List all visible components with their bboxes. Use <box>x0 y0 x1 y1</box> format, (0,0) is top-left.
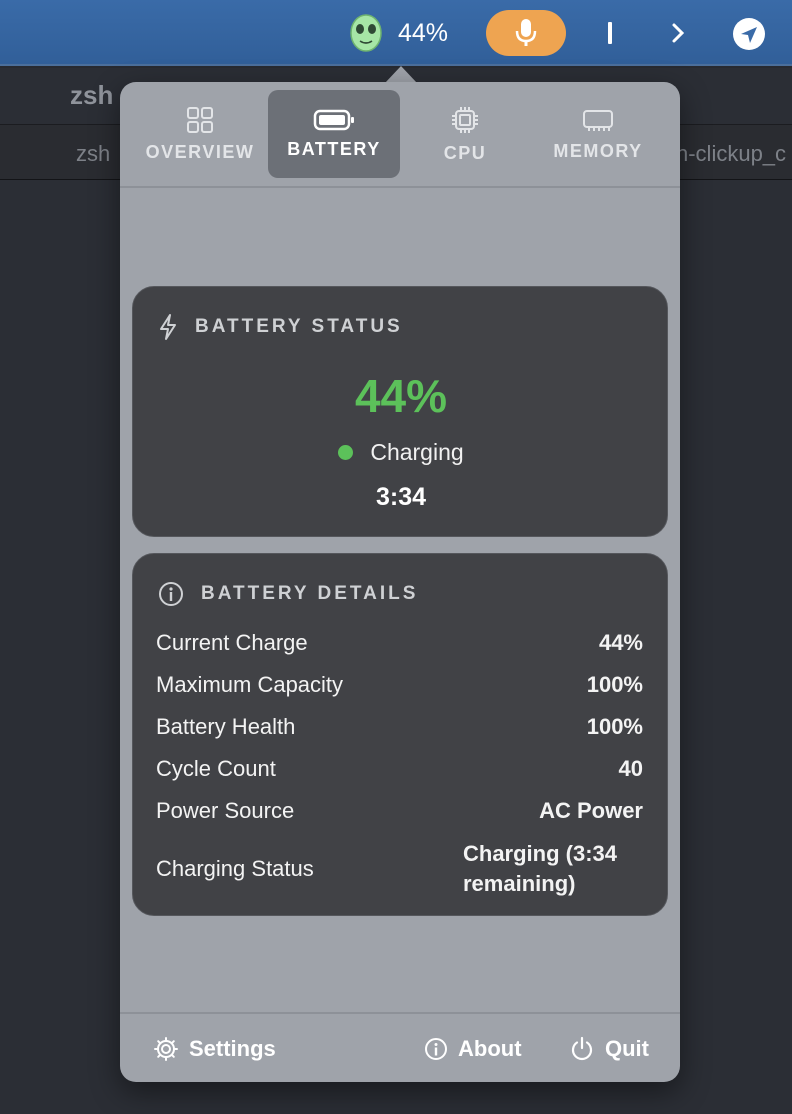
detail-label: Cycle Count <box>156 756 276 781</box>
memory-icon <box>583 109 613 131</box>
lightning-bolt-icon <box>160 314 176 340</box>
menu-bar: 44% <box>0 0 792 66</box>
detail-label: Maximum Capacity <box>156 672 344 697</box>
detail-label: Charging Status <box>156 856 314 881</box>
detail-row-current-charge: Current Charge 44% <box>156 622 643 664</box>
battery-status-title: BATTERY STATUS <box>195 316 403 337</box>
terminal-tab-clickup[interactable]: n-clickup_c <box>676 141 786 167</box>
detail-row-power-source: Power Source AC Power <box>156 790 643 832</box>
info-icon <box>425 1038 447 1060</box>
grid-icon <box>187 106 213 133</box>
detail-value: 40 <box>618 756 643 781</box>
detail-row-maximum-capacity: Maximum Capacity 100% <box>156 664 643 706</box>
charging-indicator: Charging <box>133 439 669 466</box>
microphone-icon <box>515 19 537 46</box>
detail-label: Battery Health <box>156 714 296 739</box>
tab-memory-label: MEMORY <box>553 140 643 161</box>
detail-row-battery-health: Battery Health 100% <box>156 706 643 748</box>
battery-status-header: BATTERY STATUS <box>157 313 403 341</box>
battery-status-card: BATTERY STATUS 44% Charging 3:34 <box>132 286 668 537</box>
tab-memory[interactable]: MEMORY <box>532 90 664 178</box>
settings-button[interactable]: Settings <box>153 1032 276 1066</box>
gear-icon <box>154 1037 178 1061</box>
alien-face-icon[interactable] <box>349 14 383 52</box>
chevron-right-icon[interactable] <box>664 18 692 48</box>
charging-state-label: Charging <box>370 439 464 465</box>
tab-divider <box>120 186 680 188</box>
location-arrow-icon[interactable] <box>731 16 767 52</box>
battery-icon <box>313 109 354 130</box>
cpu-chip-icon <box>452 106 478 133</box>
settings-label: Settings <box>189 1036 276 1061</box>
detail-value: AC Power <box>539 798 643 823</box>
detail-value: 44% <box>598 630 643 655</box>
detail-row-charging-status: Charging Status Charging (3:34 remaining… <box>156 832 643 906</box>
battery-details-header: BATTERY DETAILS <box>157 580 418 608</box>
tab-battery[interactable]: BATTERY <box>268 90 400 178</box>
about-label: About <box>458 1036 522 1061</box>
about-button[interactable]: About <box>424 1032 522 1066</box>
text-cursor-icon[interactable] <box>600 18 620 48</box>
tab-battery-label: BATTERY <box>287 138 381 159</box>
battery-details-card: BATTERY DETAILS Current Charge 44% Maxim… <box>132 553 668 916</box>
detail-row-cycle-count: Cycle Count 40 <box>156 748 643 790</box>
quit-label: Quit <box>605 1036 649 1061</box>
terminal-title: zsh <box>70 80 114 110</box>
power-icon <box>571 1036 593 1061</box>
popover-arrow <box>385 66 417 83</box>
tab-overview[interactable]: OVERVIEW <box>134 90 266 178</box>
detail-label: Power Source <box>156 798 295 823</box>
quit-button[interactable]: Quit <box>569 1032 649 1066</box>
info-icon <box>159 582 183 606</box>
terminal-tab-zsh[interactable]: zsh <box>76 141 110 167</box>
time-remaining: 3:34 <box>375 483 427 511</box>
detail-value: Charging (3:34 remaining) <box>463 841 618 896</box>
detail-label: Current Charge <box>156 630 308 655</box>
detail-value: 100% <box>586 714 643 739</box>
battery-details-title: BATTERY DETAILS <box>201 583 419 604</box>
tab-cpu[interactable]: CPU <box>399 90 531 178</box>
details-list: Current Charge 44% Maximum Capacity 100%… <box>156 622 643 906</box>
popover-tab-bar: OVERVIEW BATTERY CPU MEMORY <box>120 82 680 186</box>
tab-cpu-label: CPU <box>443 142 487 163</box>
footer-divider <box>120 1012 680 1014</box>
tab-overview-label: OVERVIEW <box>145 141 255 162</box>
menubar-battery-percent[interactable]: 44% <box>398 16 448 50</box>
charging-status-dot <box>338 445 354 460</box>
battery-percent: 44% <box>354 370 448 422</box>
battery-popover: OVERVIEW BATTERY CPU MEMORY BATTERY STAT… <box>120 82 680 1082</box>
microphone-button[interactable] <box>486 10 566 56</box>
detail-value: 100% <box>586 672 643 697</box>
